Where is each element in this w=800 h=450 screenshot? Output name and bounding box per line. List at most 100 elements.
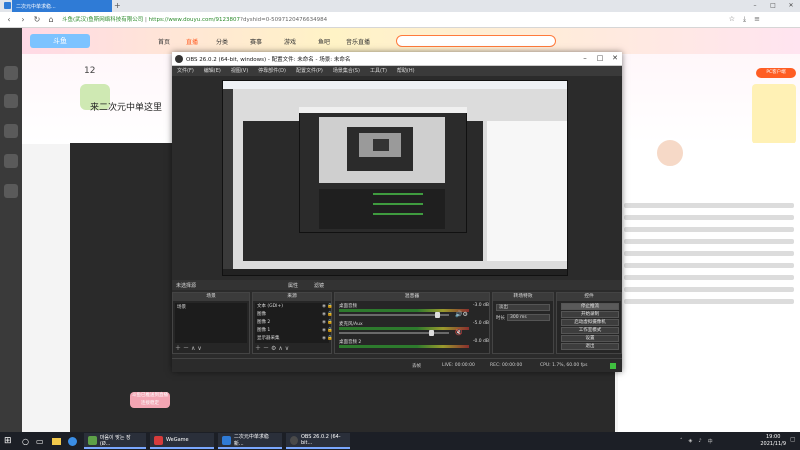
notification-icon[interactable]: ▢	[790, 436, 798, 446]
nav-yuba[interactable]: 鱼吧	[318, 37, 330, 46]
url-text: https://www.douyu.com/9123807	[148, 17, 241, 23]
menu-view[interactable]: 视图(V)	[226, 66, 253, 76]
nav-home[interactable]: 首页	[158, 37, 170, 46]
clock[interactable]: 19:00 2021/11/9	[760, 434, 786, 448]
volume-slider[interactable]	[339, 312, 449, 318]
refresh-icon[interactable]: ↻	[32, 15, 42, 25]
virtual-camera-button[interactable]: 启动虚拟摄像机	[561, 319, 619, 326]
obs-status-bar: 丢帧 LIVE: 00:00:00 REC: 00:00:00 CPU: 1.7…	[172, 358, 622, 372]
sidebar-more-icon[interactable]	[4, 184, 18, 198]
filters-button[interactable]: 滤镜	[314, 282, 324, 289]
exit-button[interactable]: 退出	[561, 343, 619, 350]
stop-streaming-button[interactable]: 停止推流	[561, 303, 619, 310]
minimize-icon[interactable]: –	[746, 0, 764, 12]
source-item[interactable]: 文本 (GDI+) ◉ 🔒	[257, 303, 333, 311]
maximize-icon[interactable]: □	[764, 0, 782, 12]
eye-icon[interactable]: ◉ 🔒	[322, 311, 333, 319]
network-icon[interactable]: ◈	[689, 438, 693, 444]
nav-esports[interactable]: 赛事	[250, 37, 262, 46]
properties-button[interactable]: 属性	[288, 282, 298, 289]
scenes-dock: 场景 场景 ＋－∧∨	[172, 292, 250, 354]
star-icon[interactable]: ☆	[729, 15, 735, 25]
studio-mode-button[interactable]: 工作室模式	[561, 327, 619, 334]
app-icon	[154, 435, 163, 445]
task-view-icon[interactable]: ▭	[36, 432, 44, 450]
input-language[interactable]: 中	[708, 438, 713, 445]
obs-maximize-icon[interactable]: □	[593, 54, 607, 62]
start-button[interactable]: ⊞	[4, 432, 12, 450]
source-item[interactable]: 图像 1 ◉ 🔒	[257, 327, 333, 335]
pc-client-button[interactable]: PC客户端	[756, 68, 796, 78]
new-tab-button[interactable]: +	[114, 1, 121, 10]
forward-button[interactable]: ›	[18, 15, 28, 25]
chat-line	[624, 227, 794, 232]
volume-knob[interactable]	[429, 330, 434, 336]
nav-games[interactable]: 游戏	[284, 37, 296, 46]
eye-icon[interactable]: ◉ 🔒	[322, 327, 333, 335]
menu-profile[interactable]: 配置文件(P)	[291, 66, 328, 76]
menu-file[interactable]: 文件(F)	[172, 66, 199, 76]
tray-up-icon[interactable]: ˄	[680, 438, 683, 444]
sidebar-home-icon[interactable]	[4, 66, 18, 80]
source-item[interactable]: 图像 ◉ 🔒	[257, 311, 333, 319]
transition-select[interactable]: 淡出	[496, 304, 550, 311]
nav-live[interactable]: 直播	[186, 37, 198, 46]
start-recording-button[interactable]: 开始录制	[561, 311, 619, 318]
taskbar-item-browser[interactable]: 二次元中单求稳新...	[218, 433, 282, 449]
audio-meter	[339, 345, 469, 348]
obs-minimize-icon[interactable]: –	[578, 54, 592, 62]
sidebar-follow-icon[interactable]	[4, 94, 18, 108]
taskbar-item-wegame[interactable]: WeGame	[150, 433, 214, 449]
sidebar-category-icon[interactable]	[4, 124, 18, 138]
notification-popup[interactable]: 斗鱼已推送到直播 连接稳定	[130, 392, 170, 408]
douyu-logo[interactable]: 斗鱼	[30, 34, 90, 48]
eye-icon[interactable]: ◉ 🔒	[322, 335, 333, 343]
menu-scene-collection[interactable]: 场景集合(S)	[328, 66, 365, 76]
eye-icon[interactable]: ◉ 🔒	[322, 303, 333, 311]
obs-close-icon[interactable]: ✕	[608, 54, 622, 62]
nav-music[interactable]: 音乐直播	[346, 37, 370, 46]
eye-icon[interactable]: ◉ 🔒	[322, 319, 333, 327]
settings-button[interactable]: 设置	[561, 335, 619, 342]
menu-tools[interactable]: 工具(T)	[365, 66, 392, 76]
home-icon[interactable]: ⌂	[46, 15, 56, 25]
search-icon[interactable]: ○	[22, 432, 29, 450]
browser-taskbar-icon[interactable]	[68, 432, 77, 450]
volume-icon[interactable]: ♪	[698, 438, 701, 444]
live-time: LIVE: 00:00:00	[442, 363, 475, 368]
explorer-icon[interactable]	[52, 432, 61, 450]
menu-help[interactable]: 帮助(H)	[392, 66, 420, 76]
sources-dock: 来源 文本 (GDI+) ◉ 🔒 图像 ◉ 🔒 图像 2 ◉ 🔒 图像 1 ◉ 🔒 显示…	[252, 292, 333, 354]
address-bar: ‹ › ↻ ⌂ 斗鱼(武汉)鱼斯网络科技有限公司 | https://www.d…	[0, 12, 800, 28]
volume-knob[interactable]	[435, 312, 440, 318]
menu-icon[interactable]: ≡	[754, 15, 760, 25]
back-button[interactable]: ‹	[4, 15, 14, 25]
preview-meter	[373, 203, 423, 205]
url-input[interactable]: 斗鱼(武汉)鱼斯网络科技有限公司 | https://www.douyu.com…	[62, 15, 542, 25]
download-icon[interactable]: ⤓	[743, 15, 746, 25]
scene-item[interactable]: 场景	[177, 304, 253, 312]
menu-edit[interactable]: 编辑(E)	[199, 66, 226, 76]
promo-image	[752, 84, 796, 144]
menu-docks[interactable]: 停靠部件(D)	[253, 66, 291, 76]
source-item[interactable]: 图像 2 ◉ 🔒	[257, 319, 333, 327]
volume-slider[interactable]	[339, 330, 449, 336]
tab-douyu[interactable]: 二次元中单求稳...	[12, 0, 112, 12]
muted-speaker-icon[interactable]: 🔇	[455, 329, 462, 336]
nav-category[interactable]: 分类	[216, 37, 228, 46]
audio-meter	[339, 327, 469, 330]
obs-preview[interactable]	[222, 80, 568, 276]
speaker-icon[interactable]: 🔊⚙	[455, 311, 468, 318]
streamer-avatar[interactable]	[655, 138, 685, 168]
browser-toolbar-icons: ☆ ⤓ ≡	[590, 15, 760, 25]
sidebar-game-icon[interactable]	[4, 154, 18, 168]
taskbar-item-obs[interactable]: OBS 26.0.2 (64-bit...	[286, 433, 350, 449]
duration-input[interactable]: 300 ms	[507, 314, 550, 321]
close-icon[interactable]: ✕	[782, 0, 800, 12]
search-input[interactable]	[396, 35, 556, 47]
transitions-dock-title: 转场特效	[493, 293, 553, 301]
sources-toolbar[interactable]: ＋－⚙∧∨	[255, 343, 291, 352]
scenes-toolbar[interactable]: ＋－∧∨	[175, 343, 204, 352]
source-item[interactable]: 显示器采集 ◉ 🔒	[257, 335, 333, 343]
taskbar-item-music[interactable]: 마음이 맞는 장 (Ø...	[84, 433, 146, 449]
